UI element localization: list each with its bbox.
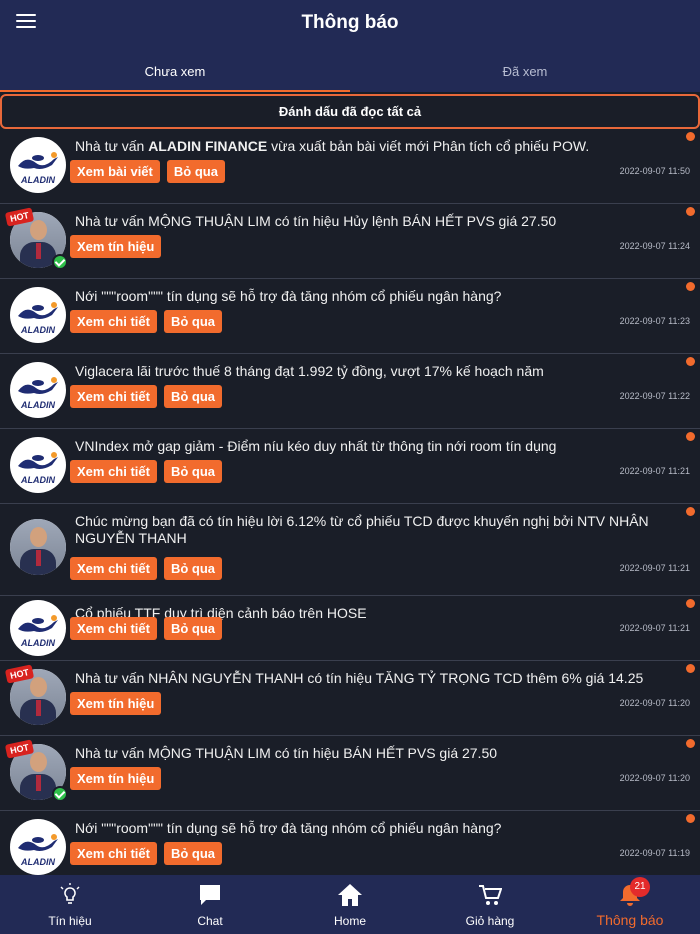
- view-article-button[interactable]: Xem bài viết: [70, 160, 160, 183]
- view-detail-button[interactable]: Xem chi tiết: [70, 842, 157, 865]
- notification-item[interactable]: HOT Nhà tư vấn NHÂN NGUYỄN THANH có tín …: [0, 661, 700, 736]
- notification-item[interactable]: ALADIN Nới """room""" tín dụng sẽ hỗ trợ…: [0, 279, 700, 354]
- notification-item[interactable]: ALADIN Nới """room""" tín dụng sẽ hỗ trợ…: [0, 811, 700, 875]
- tab-bar: Chưa xem Đã xem: [0, 48, 700, 92]
- nav-label: Thông báo: [596, 912, 664, 928]
- header: Thông báo: [0, 0, 700, 48]
- unread-dot: [686, 207, 695, 216]
- page-title: Thông báo: [301, 12, 399, 33]
- notification-message: Nhà tư vấn ALADIN FINANCE vừa xuất bản b…: [75, 138, 590, 154]
- notification-message: Nhà tư vấn MỘNG THUẬN LIM có tín hiệu BÁ…: [75, 745, 498, 761]
- aladin-logo-text: ALADIN: [21, 325, 55, 335]
- nav-label: Home: [333, 914, 366, 928]
- notification-time: 2022-09-07 11:21: [619, 623, 690, 633]
- advisor-avatar: HOT: [4, 664, 66, 725]
- dismiss-button[interactable]: Bỏ qua: [163, 842, 223, 865]
- advisor-name: ALADIN FINANCE: [148, 138, 268, 154]
- advisor-avatar: [10, 519, 66, 575]
- dismiss-button[interactable]: Bỏ qua: [163, 460, 223, 483]
- notification-item[interactable]: ALADIN Nhà tư vấn ALADIN FINANCE vừa xuấ…: [0, 129, 700, 204]
- notification-item[interactable]: ALADIN Cổ phiếu TTF duy trì diện cảnh bá…: [0, 596, 700, 661]
- view-detail-button[interactable]: Xem chi tiết: [70, 617, 157, 640]
- active-tab-indicator: [0, 90, 350, 92]
- dismiss-button[interactable]: Bỏ qua: [163, 310, 223, 333]
- nav-label: Chat: [197, 914, 223, 928]
- notification-count-badge: 21: [630, 877, 650, 897]
- view-detail-button[interactable]: Xem chi tiết: [70, 460, 157, 483]
- mark-all-read-button[interactable]: Đánh dấu đã đọc tất cả: [0, 94, 700, 129]
- dismiss-button[interactable]: Bỏ qua: [166, 160, 225, 183]
- aladin-logo-avatar: ALADIN: [10, 137, 66, 193]
- nav-label: Giỏ hàng: [465, 914, 515, 928]
- aladin-logo-text: ALADIN: [21, 638, 55, 648]
- notification-item[interactable]: ALADIN Viglacera lãi trước thuế 8 tháng …: [0, 354, 700, 429]
- aladin-logo-avatar: ALADIN: [10, 287, 66, 343]
- advisor-avatar: HOT: [4, 207, 68, 270]
- notification-time: 2022-09-07 11:19: [619, 848, 690, 858]
- notification-time: 2022-09-07 11:50: [619, 166, 690, 176]
- aladin-logo-avatar: ALADIN: [10, 600, 66, 656]
- bottom-navigation: Tín hiệu Chat Home Giỏ hàng Thông báo: [0, 875, 700, 934]
- notification-message: Viglacera lãi trước thuế 8 tháng đạt 1.9…: [75, 363, 544, 379]
- view-detail-button[interactable]: Xem chi tiết: [70, 310, 157, 333]
- tab-read[interactable]: Đã xem: [350, 48, 700, 92]
- notification-item[interactable]: Chúc mừng bạn đã có tín hiệu lời 6.12% t…: [0, 504, 700, 596]
- nav-home[interactable]: Home: [280, 875, 420, 934]
- notification-time: 2022-09-07 11:23: [619, 316, 690, 326]
- verified-check-icon: [52, 786, 68, 802]
- aladin-logo-avatar: ALADIN: [10, 437, 66, 493]
- view-signal-button[interactable]: Xem tín hiệu: [70, 692, 162, 715]
- chat-icon: [200, 885, 220, 905]
- dismiss-button[interactable]: Bỏ qua: [163, 557, 223, 580]
- aladin-logo-avatar: ALADIN: [10, 819, 66, 875]
- unread-dot: [686, 282, 695, 291]
- notification-message: Nhà tư vấn NHÂN NGUYỄN THANH có tín hiệu…: [75, 670, 644, 686]
- unread-dot: [686, 132, 695, 141]
- nav-chat[interactable]: Chat: [140, 875, 280, 934]
- unread-dot: [686, 814, 695, 823]
- notification-time: 2022-09-07 11:21: [619, 466, 690, 476]
- aladin-logo-text: ALADIN: [21, 175, 55, 185]
- view-signal-button[interactable]: Xem tín hiệu: [70, 235, 162, 258]
- view-detail-button[interactable]: Xem chi tiết: [70, 385, 157, 408]
- verified-check-icon: [52, 254, 68, 270]
- notification-message: VNIndex mở gap giảm - Điểm níu kéo duy n…: [75, 438, 557, 454]
- aladin-logo-avatar: ALADIN: [10, 362, 66, 418]
- unread-dot: [686, 664, 695, 673]
- aladin-logo-text: ALADIN: [21, 400, 55, 410]
- unread-dot: [686, 599, 695, 608]
- notification-item[interactable]: HOT Nhà tư vấn MỘNG THUẬN LIM có tín hiệ…: [0, 204, 700, 279]
- notification-list: ALADIN Nhà tư vấn ALADIN FINANCE vừa xuấ…: [0, 129, 700, 875]
- notification-message: Nới """room""" tín dụng sẽ hỗ trợ đà tăn…: [75, 288, 502, 304]
- view-detail-button[interactable]: Xem chi tiết: [70, 557, 157, 580]
- unread-dot: [686, 739, 695, 748]
- notification-time: 2022-09-07 11:20: [619, 698, 690, 708]
- dismiss-button[interactable]: Bỏ qua: [163, 385, 223, 408]
- home-icon: [338, 884, 362, 906]
- unread-dot: [686, 357, 695, 366]
- notification-time: 2022-09-07 11:24: [619, 241, 690, 251]
- dismiss-button[interactable]: Bỏ qua: [163, 617, 223, 640]
- notification-time: 2022-09-07 11:22: [619, 391, 690, 401]
- notification-message: Nới """room""" tín dụng sẽ hỗ trợ đà tăn…: [75, 820, 502, 836]
- aladin-logo-text: ALADIN: [21, 475, 55, 485]
- nav-cart[interactable]: Giỏ hàng: [420, 875, 560, 934]
- aladin-logo-text: ALADIN: [21, 857, 55, 867]
- notification-time: 2022-09-07 11:21: [619, 563, 690, 573]
- lightbulb-icon: [60, 883, 80, 904]
- nav-signals[interactable]: Tín hiệu: [0, 875, 140, 934]
- notification-message: Nhà tư vấn MỘNG THUẬN LIM có tín hiệu Hủ…: [75, 213, 557, 229]
- tab-unread[interactable]: Chưa xem: [0, 48, 350, 92]
- notification-item[interactable]: ALADIN VNIndex mở gap giảm - Điểm níu ké…: [0, 429, 700, 504]
- nav-label: Tín hiệu: [48, 914, 92, 928]
- unread-dot: [686, 432, 695, 441]
- unread-dot: [686, 507, 695, 516]
- advisor-avatar: HOT: [4, 739, 68, 802]
- view-signal-button[interactable]: Xem tín hiệu: [70, 767, 162, 790]
- notification-time: 2022-09-07 11:20: [619, 773, 690, 783]
- notification-item[interactable]: HOT Nhà tư vấn MỘNG THUẬN LIM có tín hiệ…: [0, 736, 700, 811]
- cart-icon: [479, 885, 502, 905]
- notification-message: Chúc mừng bạn đã có tín hiệu lời 6.12% t…: [75, 513, 649, 546]
